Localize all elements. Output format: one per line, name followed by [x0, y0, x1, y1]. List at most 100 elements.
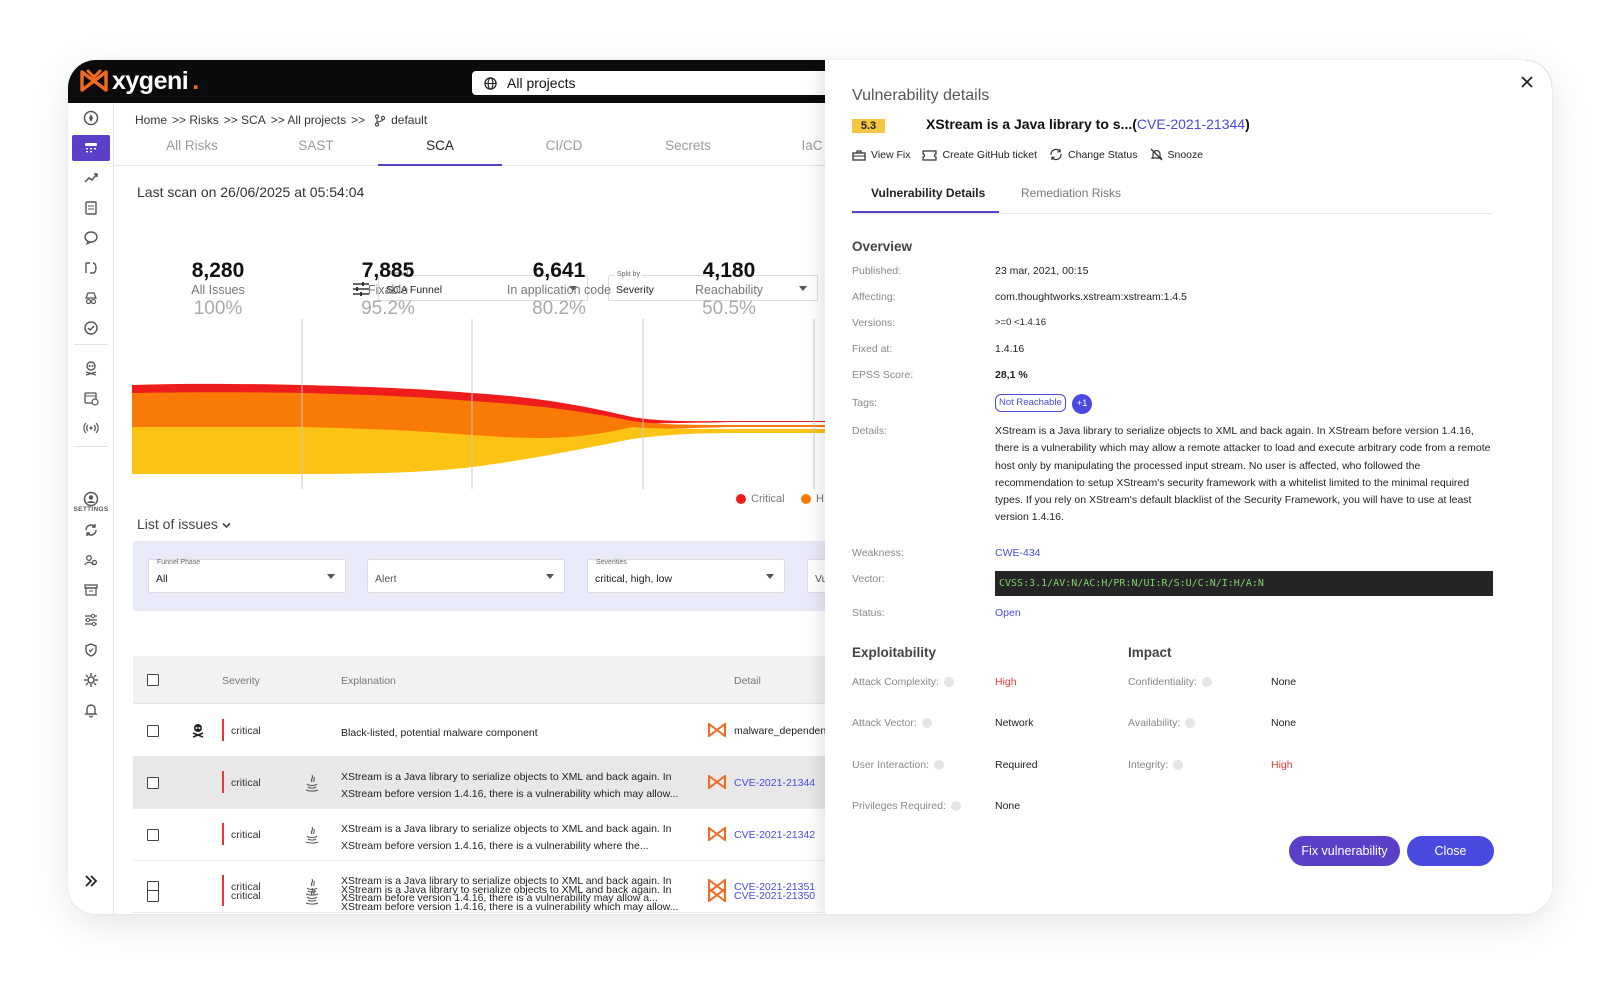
column-detail[interactable]: Detail [734, 675, 761, 687]
breadcrumb-home[interactable]: Home [135, 113, 167, 127]
xygeni-source-icon [708, 827, 726, 841]
change-status-button[interactable]: Change Status [1049, 148, 1138, 161]
row-checkbox[interactable] [147, 777, 159, 789]
info-icon[interactable] [1185, 718, 1196, 729]
column-explanation[interactable]: Explanation [341, 675, 396, 687]
details-label: Details: [852, 425, 888, 437]
close-icon[interactable] [1517, 72, 1537, 92]
fix-vulnerability-button[interactable]: Fix vulnerability [1289, 836, 1400, 866]
view-fix-button[interactable]: View Fix [852, 149, 910, 161]
row-checkbox[interactable] [147, 725, 159, 737]
cve-link[interactable]: CVE-2021-21344 [1137, 116, 1245, 132]
broadcast-icon [83, 422, 99, 434]
sidebar-item-reports[interactable] [72, 195, 110, 221]
weakness-link[interactable]: CWE-434 [995, 547, 1041, 559]
severities-select[interactable]: Severities critical, high, low [587, 559, 785, 593]
column-severity[interactable]: Severity [222, 675, 260, 687]
breadcrumb-branch[interactable]: default [391, 113, 427, 127]
chevron-down-icon [222, 522, 231, 529]
sidebar-item-risks[interactable] [72, 135, 110, 161]
breadcrumb-sca[interactable]: >> SCA [224, 113, 266, 127]
user-circle-icon [83, 491, 99, 507]
info-icon[interactable] [934, 760, 945, 771]
calendar-icon [84, 392, 99, 406]
info-icon[interactable] [1173, 760, 1184, 771]
sidebar-item-users[interactable] [72, 547, 110, 573]
sidebar-item-monitoring[interactable] [72, 415, 110, 441]
breadcrumb-all-projects[interactable]: >> All projects [271, 113, 346, 127]
fixed-at-label: Fixed at: [852, 343, 893, 355]
metric-label: Fixable [367, 283, 409, 297]
headline-text: XStream is a Java library to s...( [926, 116, 1137, 132]
table-row[interactable]: critical XStream is a Java library to se… [133, 809, 834, 861]
create-github-ticket-button[interactable]: Create GitHub ticket [922, 149, 1037, 161]
status-value[interactable]: Open [995, 607, 1021, 619]
info-icon[interactable] [943, 677, 954, 688]
sidebar-item-spy[interactable] [72, 285, 110, 311]
sidebar-item-filters[interactable] [72, 607, 110, 633]
tag-more-count[interactable]: +1 [1072, 394, 1092, 414]
tab-remediation-risks[interactable]: Remediation Risks [1021, 186, 1121, 200]
breadcrumb-risks[interactable]: >> Risks [172, 113, 219, 127]
sidebar-item-pipelines[interactable] [72, 255, 110, 281]
funnel-phase-select[interactable]: Funnel Phase All [148, 559, 346, 593]
skull-icon [192, 724, 204, 738]
table-row[interactable]: critical Black-listed, potential malware… [133, 705, 834, 757]
list-of-issues-toggle[interactable]: List of issues [137, 516, 231, 532]
sidebar-expand-button[interactable] [72, 868, 110, 894]
tab-sast[interactable]: SAST [254, 138, 378, 166]
severity-text: critical [231, 890, 261, 902]
tab-cicd[interactable]: CI/CD [502, 138, 626, 166]
exploitability-heading: Exploitability [852, 645, 937, 660]
tag-not-reachable[interactable]: Not Reachable [995, 394, 1066, 412]
sidebar-item-archive[interactable] [72, 577, 110, 603]
detail-value[interactable]: malware_dependen [734, 725, 826, 737]
info-icon[interactable] [950, 801, 961, 812]
gear-icon [84, 673, 98, 687]
close-button[interactable]: Close [1407, 836, 1494, 866]
sidebar-item-sync[interactable] [72, 517, 110, 543]
tab-sca[interactable]: SCA [378, 138, 502, 166]
sidebar-item-account[interactable] [72, 486, 110, 512]
vulnerability-details-panel: Vulnerability details 5.3 XStream is a J… [825, 60, 1552, 914]
cve-link[interactable]: CVE-2021-21350 [734, 890, 815, 902]
table-row[interactable]: critical XStream is a Java library to se… [133, 870, 834, 914]
sidebar-item-schedule[interactable] [72, 385, 110, 411]
sidebar-item-malware[interactable] [72, 355, 110, 381]
sidebar-item-dashboard[interactable] [72, 105, 110, 131]
table-row[interactable]: critical XStream is a Java library to se… [133, 757, 834, 809]
severity-text: critical [231, 777, 261, 789]
project-selector[interactable]: All projects [472, 71, 872, 95]
archive-icon [84, 584, 98, 596]
cve-link[interactable]: CVE-2021-21344 [734, 777, 815, 789]
row-checkbox[interactable] [147, 829, 159, 841]
sidebar-item-policies[interactable] [72, 637, 110, 663]
sidebar-item-trends[interactable] [72, 165, 110, 191]
row-checkbox[interactable] [147, 890, 159, 902]
snooze-button[interactable]: Snooze [1150, 148, 1204, 161]
info-icon[interactable] [1201, 677, 1212, 688]
sidebar-item-integrations[interactable] [72, 667, 110, 693]
breadcrumb-separator: >> [351, 113, 366, 127]
sidebar-item-insights[interactable] [72, 225, 110, 251]
sidebar-item-notifications[interactable] [72, 697, 110, 723]
cve-link[interactable]: CVE-2021-21342 [734, 829, 815, 841]
xygeni-source-icon [708, 775, 726, 789]
logo-icon [80, 69, 108, 92]
select-all-checkbox[interactable] [147, 674, 159, 686]
legend-label: H [816, 493, 824, 505]
affecting-value: com.thoughtworks.xstream:xstream:1.4.5 [995, 291, 1187, 303]
tab-secrets[interactable]: Secrets [626, 138, 750, 166]
info-icon[interactable] [921, 718, 932, 729]
sidebar-item-compliance[interactable] [72, 315, 110, 341]
metric-reachability: 4,180 Reachability 50.5% [644, 259, 814, 320]
tab-all-risks[interactable]: All Risks [130, 138, 254, 166]
brand-dot: . [192, 66, 200, 95]
xygeni-logo[interactable]: xygeni. [80, 66, 200, 95]
alert-select[interactable]: Alert [367, 559, 565, 593]
explanation-text: XStream is a Java library to serialize o… [341, 823, 672, 852]
published-value: 23 mar, 2021, 00:15 [995, 265, 1089, 277]
action-label: Snooze [1167, 148, 1204, 161]
tab-vulnerability-details[interactable]: Vulnerability Details [871, 186, 985, 200]
attack-complexity-value: High [995, 676, 1017, 688]
